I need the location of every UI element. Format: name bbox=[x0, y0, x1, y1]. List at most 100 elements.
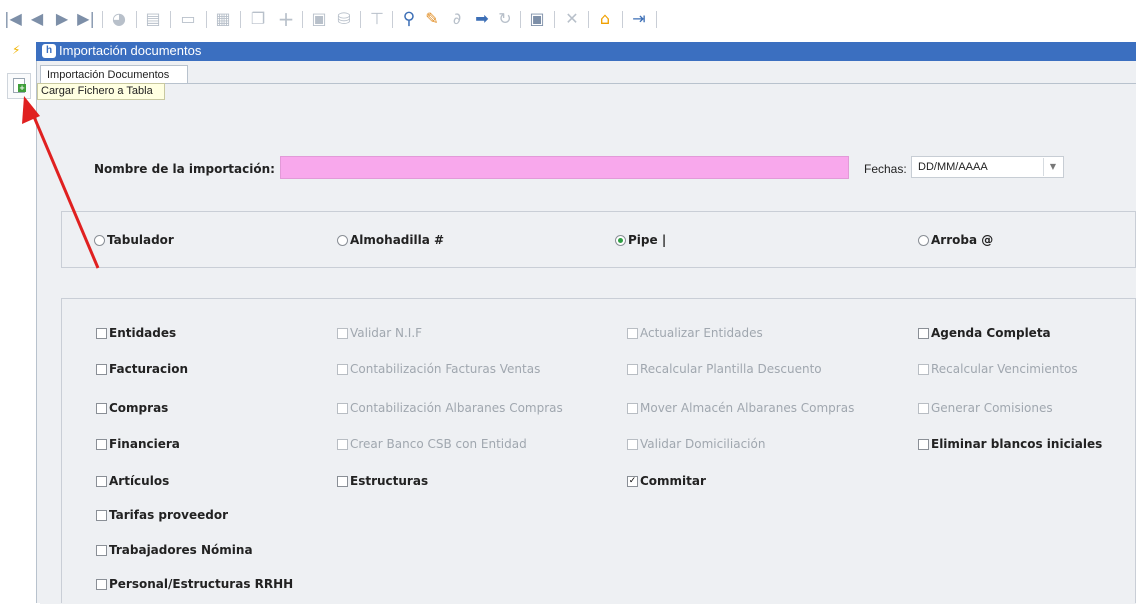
radio-pipe[interactable]: Pipe | bbox=[615, 233, 666, 247]
filter-icon[interactable]: ⊤ bbox=[368, 9, 386, 29]
first-icon[interactable]: |◀ bbox=[4, 9, 22, 29]
home-icon[interactable]: ⌂ bbox=[596, 9, 614, 29]
delete-icon[interactable]: ✕ bbox=[563, 9, 581, 29]
toolbar-separator bbox=[520, 11, 521, 28]
radio-button[interactable] bbox=[94, 234, 105, 246]
checkbox[interactable] bbox=[918, 438, 929, 450]
toolbar-separator bbox=[554, 11, 555, 28]
checkbox-disabled bbox=[627, 363, 638, 375]
radio-button[interactable] bbox=[918, 234, 929, 246]
search-icon[interactable]: ⚲ bbox=[400, 9, 418, 29]
radio-button-selected[interactable] bbox=[615, 234, 626, 246]
import-name-input[interactable] bbox=[280, 156, 849, 179]
check-validar-nif: Validar N.I.F bbox=[337, 326, 422, 340]
check-trabajadores-nomina[interactable]: Trabajadores Nómina bbox=[96, 543, 253, 557]
screen-icon[interactable]: ▭ bbox=[178, 9, 198, 29]
radio-arroba[interactable]: Arroba @ bbox=[918, 233, 993, 247]
checkbox[interactable] bbox=[96, 475, 107, 487]
toolbar-separator bbox=[360, 11, 361, 28]
refresh-icon[interactable]: ↻ bbox=[496, 9, 514, 29]
radio-label: Tabulador bbox=[107, 233, 174, 247]
check-estructuras[interactable]: Estructuras bbox=[337, 474, 428, 488]
checkbox-label: Crear Banco CSB con Entidad bbox=[350, 437, 527, 451]
tooltip: Cargar Fichero a Tabla bbox=[37, 83, 165, 100]
toolbar-separator bbox=[102, 11, 103, 28]
copy-icon[interactable]: ❐ bbox=[250, 9, 266, 29]
checkbox-checked[interactable]: ✓ bbox=[627, 475, 638, 487]
save-icon[interactable]: ▣ bbox=[528, 9, 546, 29]
checkbox-disabled bbox=[337, 363, 348, 375]
checkbox-label: Compras bbox=[109, 401, 169, 415]
radio-almohadilla[interactable]: Almohadilla # bbox=[337, 233, 444, 247]
checkbox-label: Entidades bbox=[109, 326, 177, 340]
next-icon[interactable]: ▶ bbox=[54, 9, 70, 29]
checkbox-label: Estructuras bbox=[350, 474, 429, 488]
checkbox-label: Agenda Completa bbox=[931, 326, 1051, 340]
add-icon[interactable]: + bbox=[277, 9, 295, 29]
checkbox-label: Generar Comisiones bbox=[931, 401, 1053, 415]
check-commitar[interactable]: ✓ Commitar bbox=[627, 474, 706, 488]
checkbox[interactable] bbox=[96, 544, 107, 556]
check-articulos[interactable]: Artículos bbox=[96, 474, 169, 488]
checkbox[interactable] bbox=[96, 438, 107, 450]
checkbox-label: Contabilización Facturas Ventas bbox=[350, 362, 541, 376]
checkbox-label: Mover Almacén Albaranes Compras bbox=[640, 401, 855, 415]
toolbar: |◀ ◀ ▶ ▶| ◕ ▤ ▭ ▦ ❐ + ▣ ⛁ ⊤ ⚲ ✎ ∂ ➡ ↻ ▣ … bbox=[0, 0, 1136, 38]
checkbox-label: Facturacion bbox=[109, 362, 189, 376]
check-personal-estructuras-rrhh[interactable]: Personal/Estructuras RRHH bbox=[96, 577, 293, 591]
check-eliminar-blancos-iniciales[interactable]: Eliminar blancos iniciales bbox=[918, 437, 1102, 451]
checkbox[interactable] bbox=[96, 363, 107, 375]
grid-icon[interactable]: ▦ bbox=[214, 9, 232, 29]
toolbar-separator bbox=[622, 11, 623, 28]
checkbox[interactable] bbox=[96, 578, 107, 590]
checkbox[interactable] bbox=[96, 327, 107, 339]
checkbox-disabled bbox=[337, 402, 348, 414]
load-file-to-table-button[interactable]: + bbox=[7, 73, 31, 99]
print-icon[interactable]: ▤ bbox=[144, 9, 162, 29]
fechas-label: Fechas: bbox=[864, 162, 907, 176]
check-entidades[interactable]: Entidades bbox=[96, 326, 176, 340]
link-icon[interactable]: ∂ bbox=[448, 9, 466, 29]
check-contabilizacion-facturas-ventas: Contabilización Facturas Ventas bbox=[337, 362, 540, 376]
left-action-strip bbox=[0, 38, 36, 603]
last-icon[interactable]: ▶| bbox=[76, 9, 96, 29]
chevron-down-icon[interactable]: ▼ bbox=[1043, 158, 1062, 176]
checkbox-label: Artículos bbox=[109, 474, 170, 488]
check-tarifas-proveedor[interactable]: Tarifas proveedor bbox=[96, 508, 228, 522]
tab-importacion-documentos[interactable]: Importación Documentos bbox=[40, 65, 188, 83]
checkbox-label: Eliminar blancos iniciales bbox=[931, 437, 1103, 451]
export-icon[interactable]: ➡ bbox=[473, 9, 491, 29]
lightning-icon: ⚡ bbox=[12, 43, 21, 57]
check-financiera[interactable]: Financiera bbox=[96, 437, 180, 451]
checkbox-disabled bbox=[918, 402, 929, 414]
fechas-value: DD/MM/AAAA bbox=[918, 161, 988, 173]
app-icon: h bbox=[42, 44, 56, 58]
check-recalcular-vencimientos: Recalcular Vencimientos bbox=[918, 362, 1078, 376]
checkbox-disabled bbox=[918, 363, 929, 375]
checkbox-label: Validar Domiciliación bbox=[640, 437, 766, 451]
db2-icon[interactable]: ⛁ bbox=[335, 9, 353, 29]
toolbar-separator bbox=[136, 11, 137, 28]
chart-icon[interactable]: ◕ bbox=[110, 9, 128, 29]
check-facturacion[interactable]: Facturacion bbox=[96, 362, 188, 376]
radio-label: Pipe | bbox=[628, 233, 667, 247]
edit-icon[interactable]: ✎ bbox=[423, 9, 441, 29]
checkbox[interactable] bbox=[96, 402, 107, 414]
exit-icon[interactable]: ⇥ bbox=[630, 9, 648, 29]
checkbox-label: Contabilización Albaranes Compras bbox=[350, 401, 563, 415]
radio-button[interactable] bbox=[337, 234, 348, 246]
prev-icon[interactable]: ◀ bbox=[29, 9, 45, 29]
toolbar-separator bbox=[302, 11, 303, 28]
check-recalcular-plantilla-descuento: Recalcular Plantilla Descuento bbox=[627, 362, 822, 376]
db-icon[interactable]: ▣ bbox=[310, 9, 328, 29]
radio-tabulador[interactable]: Tabulador bbox=[94, 233, 174, 247]
fechas-select[interactable]: DD/MM/AAAA ▼ bbox=[911, 156, 1064, 178]
checkbox-label: Validar N.I.F bbox=[350, 326, 423, 340]
checkbox[interactable] bbox=[337, 475, 348, 487]
check-agenda-completa[interactable]: Agenda Completa bbox=[918, 326, 1051, 340]
toolbar-separator bbox=[206, 11, 207, 28]
checkbox[interactable] bbox=[96, 509, 107, 521]
radio-label: Almohadilla # bbox=[350, 233, 445, 247]
check-compras[interactable]: Compras bbox=[96, 401, 168, 415]
checkbox[interactable] bbox=[918, 327, 929, 339]
